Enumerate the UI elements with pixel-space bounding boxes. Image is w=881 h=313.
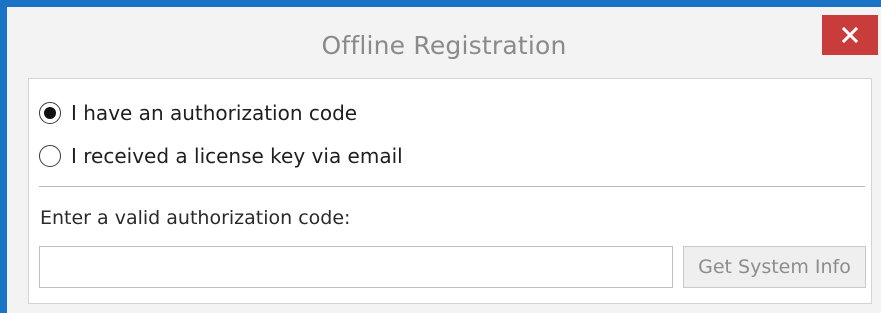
authorization-code-input[interactable] <box>39 246 673 288</box>
radio-license-key-email[interactable] <box>39 145 61 167</box>
radio-authorization-code[interactable] <box>39 102 61 124</box>
section-divider <box>39 186 865 187</box>
option-authorization-code[interactable]: I have an authorization code <box>39 98 357 128</box>
get-system-info-button[interactable]: Get System Info <box>683 246 866 288</box>
close-button[interactable] <box>822 15 878 55</box>
radio-selected-dot <box>44 107 56 119</box>
authorization-code-label: Enter a valid authorization code: <box>40 207 351 229</box>
close-icon <box>842 27 858 43</box>
option-label: I received a license key via email <box>71 144 403 168</box>
title-bar: Offline Registration <box>7 7 881 77</box>
registration-panel: I have an authorization code I received … <box>28 78 872 304</box>
option-label: I have an authorization code <box>71 101 358 125</box>
dialog-title: Offline Registration <box>321 31 567 60</box>
option-license-key-email[interactable]: I received a license key via email <box>39 141 403 171</box>
offline-registration-dialog: Offline Registration I have an authoriza… <box>0 0 881 313</box>
